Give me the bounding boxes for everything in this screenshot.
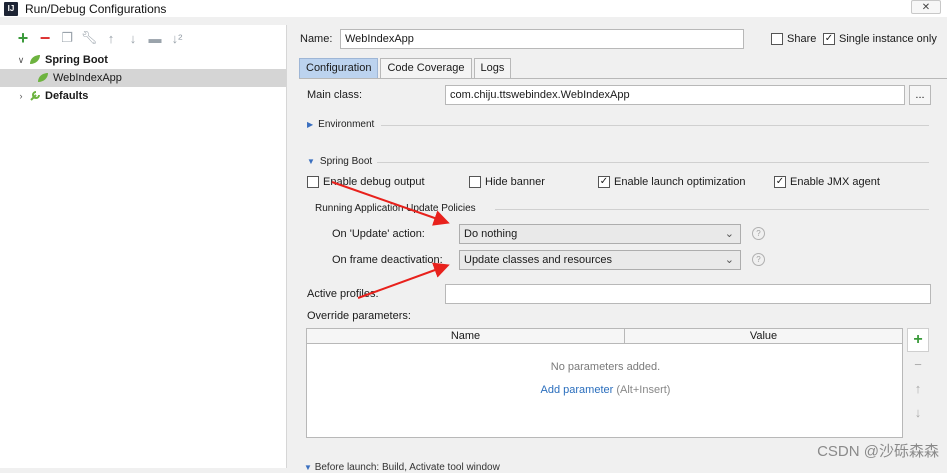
hide-banner-checkbox[interactable]: Hide banner xyxy=(469,176,545,188)
expand-down-icon: ▼ xyxy=(307,157,315,166)
column-header-name[interactable]: Name xyxy=(307,329,625,343)
on-update-label: On 'Update' action: xyxy=(332,228,425,240)
spring-boot-label: Spring Boot xyxy=(319,156,373,167)
tree-item-label: Spring Boot xyxy=(45,54,108,66)
environment-section[interactable]: ▶ Environment xyxy=(307,119,374,130)
window-title: Run/Debug Configurations xyxy=(25,1,167,16)
folder-icon[interactable]: ▬ xyxy=(146,29,164,47)
on-frame-deactivation-label: On frame deactivation: xyxy=(332,254,443,266)
hide-banner-label: Hide banner xyxy=(485,176,545,188)
name-row: Name: WebIndexApp Share ✓ Single instanc… xyxy=(299,29,947,49)
add-parameter-row: Add parameter (Alt+Insert) xyxy=(307,384,904,396)
spring-leaf-icon xyxy=(30,55,40,64)
table-toolbar: + − ↑ ↓ xyxy=(907,328,929,424)
active-profiles-label: Active profiles: xyxy=(307,288,379,300)
single-instance-label: Single instance only xyxy=(839,33,937,45)
active-profiles-field[interactable] xyxy=(445,284,931,304)
share-checkbox[interactable]: Share xyxy=(771,33,816,45)
intellij-icon: IJ xyxy=(4,1,18,16)
chevron-down-icon[interactable]: ∨ xyxy=(14,55,28,66)
tree-toolbar: + − ❐ 🔧︎ ↑ ↓ ▬ ↓² xyxy=(0,25,286,51)
wrench-icon[interactable]: 🔧︎ xyxy=(80,29,98,47)
on-frame-deactivation-select[interactable]: Update classes and resources ⌄ xyxy=(459,250,741,270)
close-button[interactable]: ✕ xyxy=(911,0,941,14)
spring-boot-section[interactable]: ▼ Spring Boot xyxy=(307,156,372,167)
name-label: Name: xyxy=(300,33,333,45)
tab-bar: Configuration Code Coverage Logs xyxy=(299,58,513,78)
single-instance-checkbox[interactable]: ✓ Single instance only xyxy=(823,33,937,45)
move-up-icon[interactable]: ↑ xyxy=(102,29,120,47)
add-parameter-hint: (Alt+Insert) xyxy=(616,384,671,396)
add-parameter-link[interactable]: Add parameter xyxy=(541,384,614,396)
column-header-value[interactable]: Value xyxy=(625,329,902,343)
enable-launch-optimization-label: Enable launch optimization xyxy=(614,176,746,188)
table-header: Name Value xyxy=(307,329,902,344)
browse-button[interactable]: ... xyxy=(909,85,931,105)
on-update-select[interactable]: Do nothing ⌄ xyxy=(459,224,741,244)
tree-item-label: Defaults xyxy=(45,90,89,102)
wrench-icon xyxy=(30,91,40,101)
move-down-icon[interactable]: ↓ xyxy=(124,29,142,47)
copy-icon[interactable]: ❐ xyxy=(58,29,76,47)
tab-code-coverage[interactable]: Code Coverage xyxy=(380,58,472,78)
move-down-icon[interactable]: ↓ xyxy=(907,400,929,424)
tree-item-defaults[interactable]: › Defaults xyxy=(0,87,286,105)
enable-jmx-agent-label: Enable JMX agent xyxy=(790,176,880,188)
enable-debug-output-checkbox[interactable]: Enable debug output xyxy=(307,176,425,188)
help-icon[interactable]: ? xyxy=(752,253,765,266)
tree-item-label: WebIndexApp xyxy=(53,72,122,84)
add-icon[interactable]: + xyxy=(907,328,929,352)
tab-logs[interactable]: Logs xyxy=(473,58,512,78)
divider xyxy=(381,125,929,126)
main-class-field[interactable]: com.chiju.ttswebindex.WebIndexApp xyxy=(445,85,905,105)
remove-icon[interactable]: − xyxy=(907,352,929,376)
add-icon[interactable]: + xyxy=(14,28,32,48)
title-bar: IJ Run/Debug Configurations ✕ xyxy=(0,0,947,17)
checkbox-unchecked-icon[interactable] xyxy=(307,176,319,188)
checkbox-checked-icon[interactable]: ✓ xyxy=(774,176,786,188)
tab-configuration[interactable]: Configuration xyxy=(299,58,379,78)
enable-jmx-agent-checkbox[interactable]: ✓ Enable JMX agent xyxy=(774,176,880,188)
help-icon[interactable]: ? xyxy=(752,227,765,240)
environment-label: Environment xyxy=(318,119,375,130)
chevron-down-icon: ⌄ xyxy=(724,254,734,266)
main-class-label: Main class: xyxy=(307,89,363,101)
divider xyxy=(377,162,929,163)
on-update-value: Do nothing xyxy=(464,228,518,240)
checkbox-unchecked-icon[interactable] xyxy=(469,176,481,188)
watermark: CSDN @沙砾森森 xyxy=(817,443,939,460)
tree-item-spring-boot[interactable]: ∨ Spring Boot xyxy=(0,51,286,69)
expand-right-icon: ▶ xyxy=(307,120,314,129)
override-parameters-table: Name Value No parameters added. Add para… xyxy=(306,328,903,438)
configurations-tree-panel: + − ❐ 🔧︎ ↑ ↓ ▬ ↓² ∨ Spring Boot WebIndex… xyxy=(0,25,287,468)
configuration-panel: Main class: com.chiju.ttswebindex.WebInd… xyxy=(299,78,947,473)
chevron-right-icon[interactable]: › xyxy=(14,91,28,101)
share-label: Share xyxy=(787,33,817,45)
on-frame-deactivation-value: Update classes and resources xyxy=(464,254,612,266)
remove-icon[interactable]: − xyxy=(36,28,54,48)
name-field[interactable]: WebIndexApp xyxy=(340,29,744,49)
empty-state-text: No parameters added. xyxy=(550,361,661,373)
enable-debug-output-label: Enable debug output xyxy=(323,176,425,188)
override-parameters-label: Override parameters: xyxy=(307,310,411,322)
chevron-down-icon: ⌄ xyxy=(724,228,734,240)
move-up-icon[interactable]: ↑ xyxy=(907,376,929,400)
update-policies-title: Running Application Update Policies xyxy=(315,203,476,214)
sort-icon[interactable]: ↓² xyxy=(168,29,186,47)
configuration-editor: Name: WebIndexApp Share ✓ Single instanc… xyxy=(299,25,947,473)
divider xyxy=(495,209,929,210)
tree-item-webindexapp[interactable]: WebIndexApp xyxy=(0,69,286,87)
spring-leaf-icon xyxy=(38,73,48,82)
checkbox-checked-icon[interactable]: ✓ xyxy=(598,176,610,188)
enable-launch-optimization-checkbox[interactable]: ✓ Enable launch optimization xyxy=(598,176,745,188)
checkbox-unchecked-icon[interactable] xyxy=(771,33,783,45)
checkbox-checked-icon[interactable]: ✓ xyxy=(823,33,835,45)
